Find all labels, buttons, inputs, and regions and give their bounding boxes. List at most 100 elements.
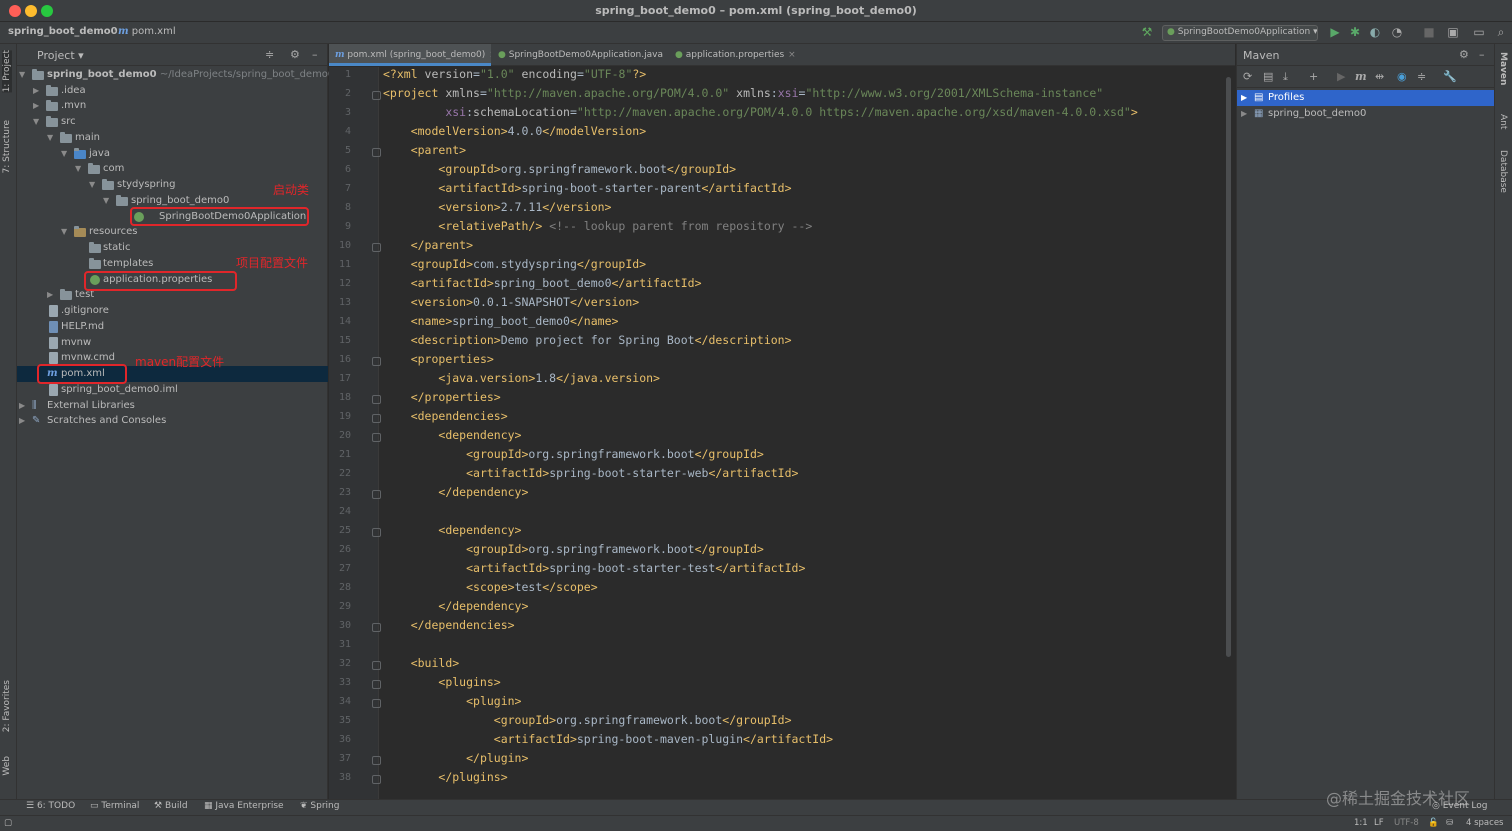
coverage-icon[interactable]: ◐ xyxy=(1368,25,1382,39)
tool-tab-favorites[interactable]: 2: Favorites xyxy=(2,680,12,732)
status-indent[interactable]: 4 spaces xyxy=(1466,818,1503,828)
settings-gear-icon[interactable]: ⚙ xyxy=(1459,48,1469,61)
fold-marker-icon[interactable] xyxy=(372,775,381,784)
download-icon[interactable]: ⤓ xyxy=(1283,70,1288,84)
run-goal-icon[interactable]: ▶ xyxy=(1337,70,1345,83)
tab-application-java[interactable]: ● SpringBootDemo0Application.java× xyxy=(492,44,667,66)
tool-tab-java-enterprise[interactable]: ▦ Java Enterprise xyxy=(204,801,284,811)
code-line: <artifactId>spring-boot-maven-plugin</ar… xyxy=(493,732,834,746)
status-encoding[interactable]: UTF-8 xyxy=(1394,818,1419,828)
status-layout-icon[interactable]: ▢ xyxy=(4,818,12,828)
scrollbar-thumb[interactable] xyxy=(1226,77,1231,657)
tool-tab-spring[interactable]: ❦ Spring xyxy=(300,801,339,811)
tree-item-src[interactable]: ▼ src xyxy=(17,114,328,130)
profiler-icon[interactable]: ◔ xyxy=(1390,25,1404,39)
fold-marker-icon[interactable] xyxy=(372,661,381,670)
fold-marker-icon[interactable] xyxy=(372,243,381,252)
fold-marker-icon[interactable] xyxy=(372,699,381,708)
tool-tab-ant[interactable]: Ant xyxy=(1498,114,1508,129)
tree-item-scratches[interactable]: ▶ ✎ Scratches and Consoles xyxy=(17,413,328,429)
folder-icon xyxy=(89,258,101,269)
fold-marker-icon[interactable] xyxy=(372,490,381,499)
fold-marker-icon[interactable] xyxy=(372,148,381,157)
reload-icon[interactable]: ⟳ xyxy=(1243,70,1252,83)
breadcrumb-project[interactable]: spring_boot_demo0 xyxy=(8,26,118,37)
tool-tab-database[interactable]: Database xyxy=(1498,150,1508,193)
generate-sources-icon[interactable]: ▤ xyxy=(1263,70,1273,83)
hide-panel-icon[interactable]: – xyxy=(312,48,318,61)
tree-item-gitignore[interactable]: .gitignore xyxy=(17,303,328,319)
folder-icon xyxy=(46,85,58,96)
fold-marker-icon[interactable] xyxy=(372,623,381,632)
project-structure-icon[interactable]: ▣ xyxy=(1446,25,1460,39)
status-line-separator[interactable]: LF xyxy=(1374,818,1384,828)
fold-marker-icon[interactable] xyxy=(372,91,381,100)
code-area[interactable]: <?xml version="1.0" encoding="UTF-8"?> <… xyxy=(383,67,1223,799)
maven-item-project[interactable]: ▶ ▦ spring_boot_demo0 xyxy=(1237,106,1495,122)
tab-application-properties[interactable]: ● application.properties × xyxy=(669,44,797,66)
tree-item-external-libraries[interactable]: ▶ ⫼ External Libraries xyxy=(17,398,328,414)
collapse-all-icon[interactable]: ≑ xyxy=(1417,70,1426,83)
tree-item-com[interactable]: ▼ com xyxy=(17,161,328,177)
tree-item-mvnw[interactable]: mvnw xyxy=(17,335,328,351)
tree-item-idea[interactable]: ▶ .idea xyxy=(17,83,328,99)
editor-tabs: m pom.xml (spring_boot_demo0)× ● SpringB… xyxy=(329,44,1235,66)
line-number: 36 xyxy=(338,734,351,745)
skip-tests-icon[interactable]: ◉ xyxy=(1397,70,1407,83)
fold-marker-icon[interactable] xyxy=(372,528,381,537)
tool-tab-web[interactable]: Web xyxy=(2,756,12,776)
debug-icon[interactable]: ✱ xyxy=(1348,25,1362,39)
tree-item-main[interactable]: ▼ main xyxy=(17,130,328,146)
project-panel-title[interactable]: Project ▾ xyxy=(37,49,84,62)
layout-icon[interactable]: ▭ xyxy=(1472,25,1486,39)
run-configuration-select[interactable]: ● SpringBootDemo0Application ▾ xyxy=(1162,25,1318,41)
status-git-icon[interactable]: ⛁ xyxy=(1446,818,1453,828)
collapsed-arrow-icon: ▶ xyxy=(19,401,26,410)
tree-item-root[interactable]: ▼ spring_boot_demo0 ~/IdeaProjects/sprin… xyxy=(17,67,334,83)
hide-panel-icon[interactable]: – xyxy=(1479,48,1485,61)
fold-marker-icon[interactable] xyxy=(372,414,381,423)
execute-goal-icon[interactable]: m xyxy=(1355,70,1367,83)
run-icon[interactable]: ▶ xyxy=(1328,25,1342,39)
code-line: <relativePath/> <!-- lookup parent from … xyxy=(438,219,813,233)
tool-tab-todo[interactable]: ☰ 6: TODO xyxy=(26,801,75,811)
tree-item-mvn[interactable]: ▶ .mvn xyxy=(17,98,328,114)
fold-marker-icon[interactable] xyxy=(372,756,381,765)
tree-item-iml[interactable]: spring_boot_demo0.iml xyxy=(17,382,328,398)
line-number: 26 xyxy=(338,544,351,555)
breadcrumb-file[interactable]: m pom.xml xyxy=(118,26,176,37)
code-line: <dependency> xyxy=(438,523,522,537)
close-tab-icon[interactable]: × xyxy=(489,50,491,60)
status-caret-position[interactable]: 1:1 xyxy=(1354,818,1368,828)
line-number: 2 xyxy=(344,88,351,99)
build-hammer-icon[interactable]: ⚒ xyxy=(1140,25,1154,39)
settings-gear-icon[interactable]: ⚙ xyxy=(290,48,300,61)
fold-marker-icon[interactable] xyxy=(372,357,381,366)
tool-tab-structure[interactable]: 7: Structure xyxy=(2,120,12,174)
lock-icon[interactable]: 🔓 xyxy=(1428,818,1439,828)
properties-file-icon: ● xyxy=(675,50,683,60)
wrench-icon[interactable]: 🔧 xyxy=(1443,70,1457,83)
collapse-all-icon[interactable]: ≑ xyxy=(265,48,274,61)
fold-marker-icon[interactable] xyxy=(372,395,381,404)
add-icon[interactable]: + xyxy=(1309,70,1318,83)
search-icon[interactable]: ⌕ xyxy=(1494,25,1508,39)
tool-tab-terminal[interactable]: ▭ Terminal xyxy=(90,801,139,811)
fold-marker-icon[interactable] xyxy=(372,680,381,689)
toggle-offline-icon[interactable]: ⇹ xyxy=(1375,70,1384,83)
tool-tab-maven[interactable]: Maven xyxy=(1498,52,1508,85)
line-number: 30 xyxy=(338,620,351,631)
tree-item-help-md[interactable]: HELP.md xyxy=(17,319,328,335)
tree-item-java[interactable]: ▼ java xyxy=(17,146,328,162)
tree-item-resources[interactable]: ▼ resources xyxy=(17,224,328,240)
close-tab-icon[interactable]: × xyxy=(788,50,796,60)
fold-marker-icon[interactable] xyxy=(372,433,381,442)
tab-pom-xml[interactable]: m pom.xml (spring_boot_demo0)× xyxy=(329,44,491,66)
tool-tab-project[interactable]: 1: Project xyxy=(2,50,12,93)
code-line: <groupId>org.springframework.boot</group… xyxy=(466,447,764,461)
stop-icon[interactable]: ■ xyxy=(1422,25,1436,39)
tool-tab-build[interactable]: ⚒ Build xyxy=(154,801,188,811)
code-line: <scope>test</scope> xyxy=(466,580,598,594)
editor-vertical-scrollbar[interactable] xyxy=(1224,67,1233,799)
maven-item-profiles[interactable]: ▶ ▤ Profiles xyxy=(1237,90,1495,106)
